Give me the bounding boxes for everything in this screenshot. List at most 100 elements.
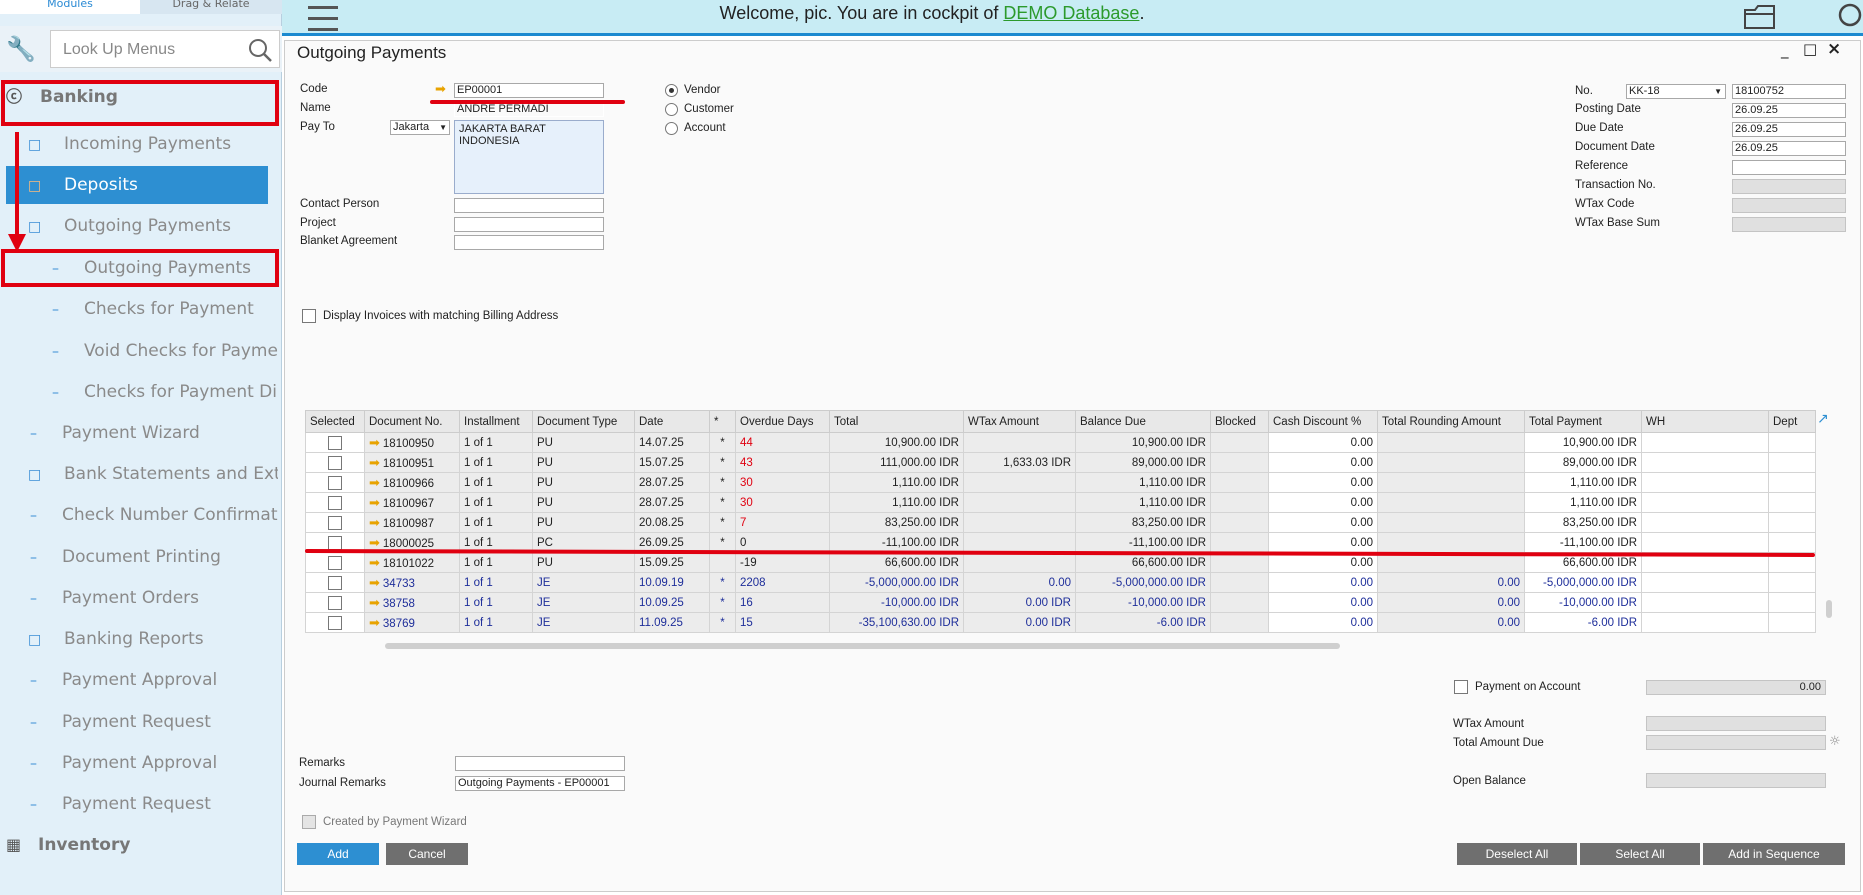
table-row[interactable]: ➡ 18100966 1 of 1 PU 28.07.25 * 30 1,110.00 IDR… <box>305 472 1816 493</box>
wh-cell[interactable] <box>1641 532 1769 553</box>
display-invoices-checkbox[interactable] <box>302 309 316 323</box>
table-row[interactable]: ➡ 18100987 1 of 1 PU 20.08.25 * 7 83,250.00 IDR… <box>305 512 1816 533</box>
dept-cell[interactable] <box>1768 572 1816 593</box>
nav-outgoing-payments-folder[interactable]: □ Outgoing Payments <box>28 207 278 245</box>
dept-cell[interactable] <box>1768 472 1816 493</box>
column-header[interactable]: Selected <box>305 410 365 433</box>
table-row[interactable]: ➡ 18100951 1 of 1 PU 15.07.25 * 43 111,000.00 I… <box>305 452 1816 473</box>
row-select-cell[interactable] <box>305 452 365 473</box>
name-field[interactable]: ANDRE PERMADI <box>454 102 604 117</box>
maximize-icon[interactable]: □ <box>1803 40 1817 58</box>
wh-cell[interactable] <box>1641 492 1769 513</box>
column-header[interactable]: Cash Discount % <box>1268 410 1378 433</box>
total-payment-cell[interactable]: 89,000.00 IDR <box>1524 452 1642 473</box>
document-date-field[interactable]: 26.09.25 <box>1732 141 1846 156</box>
dept-cell[interactable] <box>1768 452 1816 473</box>
document-number-cell[interactable]: ➡ 18101022 <box>364 552 460 573</box>
column-header[interactable]: Balance Due <box>1075 410 1211 433</box>
expand-table-icon[interactable]: ↗ <box>1817 411 1829 427</box>
nav-bank-statements[interactable]: □ Bank Statements and Ext <box>28 455 278 493</box>
row-checkbox[interactable] <box>328 495 342 510</box>
total-payment-cell[interactable]: 83,250.00 IDR <box>1524 512 1642 533</box>
nav-document-printing[interactable]: – Document Printing <box>30 538 278 576</box>
link-arrow-icon[interactable]: ➡ <box>369 495 380 511</box>
row-checkbox[interactable] <box>328 455 342 470</box>
total-payment-cell[interactable]: 10,900.00 IDR <box>1524 432 1642 453</box>
nav-inventory[interactable]: ▦ Inventory <box>6 826 278 864</box>
row-select-cell[interactable] <box>305 592 365 613</box>
total-payment-cell[interactable]: -5,000,000.00 IDR <box>1524 572 1642 593</box>
cash-discount-cell[interactable]: 0.00 <box>1268 452 1378 473</box>
tab-drag-relate[interactable]: Drag & Relate <box>142 0 280 14</box>
total-payment-cell[interactable]: -10,000.00 IDR <box>1524 592 1642 613</box>
link-arrow-icon[interactable]: ➡ <box>369 575 380 591</box>
row-checkbox[interactable] <box>328 435 342 450</box>
column-header[interactable]: Total Payment <box>1524 410 1642 433</box>
nav-checks-for-payment[interactable]: – Checks for Payment <box>52 290 278 328</box>
row-select-cell[interactable] <box>305 612 365 633</box>
add-in-sequence-button[interactable]: Add in Sequence <box>1703 843 1845 865</box>
search-icon[interactable] <box>247 37 273 63</box>
contact-person-field[interactable] <box>454 198 604 213</box>
dept-cell[interactable] <box>1768 432 1816 453</box>
vendor-radio[interactable] <box>665 84 678 97</box>
nav-payment-approval-2[interactable]: – Payment Approval <box>30 744 278 782</box>
cash-discount-cell[interactable]: 0.00 <box>1268 472 1378 493</box>
document-number-cell[interactable]: ➡ 38769 <box>364 612 460 633</box>
account-radio[interactable] <box>665 122 678 135</box>
row-checkbox[interactable] <box>328 515 342 530</box>
link-arrow-icon[interactable]: ➡ <box>369 435 380 451</box>
total-payment-cell[interactable]: 1,110.00 IDR <box>1524 492 1642 513</box>
document-number-cell[interactable]: ➡ 34733 <box>364 572 460 593</box>
total-payment-cell[interactable]: 1,110.00 IDR <box>1524 472 1642 493</box>
dept-cell[interactable] <box>1768 512 1816 533</box>
series-select[interactable]: KK-18 ▼ <box>1626 84 1726 99</box>
link-arrow-icon[interactable]: ➡ <box>435 82 446 97</box>
link-arrow-icon[interactable]: ➡ <box>369 475 380 491</box>
nav-deposits[interactable]: □ Deposits <box>6 166 268 204</box>
row-select-cell[interactable] <box>305 472 365 493</box>
customer-radio[interactable] <box>665 103 678 116</box>
link-arrow-icon[interactable]: ➡ <box>369 555 380 571</box>
column-header[interactable]: Total Rounding Amount <box>1377 410 1525 433</box>
document-number-cell[interactable]: ➡ 18100987 <box>364 512 460 533</box>
cancel-button[interactable]: Cancel <box>386 843 468 865</box>
total-payment-cell[interactable]: -6.00 IDR <box>1524 612 1642 633</box>
wh-cell[interactable] <box>1641 512 1769 533</box>
document-number-cell[interactable]: ➡ 18100951 <box>364 452 460 473</box>
column-header[interactable]: Date <box>634 410 710 433</box>
document-number-cell[interactable]: ➡ 18100967 <box>364 492 460 513</box>
dept-cell[interactable] <box>1768 612 1816 633</box>
wh-cell[interactable] <box>1641 472 1769 493</box>
code-field[interactable]: EP00001 <box>454 83 604 98</box>
wrench-icon[interactable]: 🔧 <box>6 34 36 64</box>
table-row[interactable]: ➡ 18100967 1 of 1 PU 28.07.25 * 30 1,110.00 IDR… <box>305 492 1816 513</box>
total-payment-cell[interactable]: -11,100.00 IDR <box>1524 532 1642 553</box>
tab-modules[interactable]: Modules <box>0 0 140 14</box>
column-header[interactable]: * <box>709 410 736 433</box>
cash-discount-cell[interactable]: 0.00 <box>1268 612 1378 633</box>
column-header[interactable]: Total <box>829 410 964 433</box>
pay-to-select[interactable]: Jakarta ▼ <box>390 120 450 135</box>
row-select-cell[interactable] <box>305 512 365 533</box>
row-select-cell[interactable] <box>305 492 365 513</box>
table-row[interactable]: ➡ 38769 1 of 1 JE 11.09.25 * 15 -35,100,630.00 … <box>305 612 1816 633</box>
horizontal-scrollbar[interactable] <box>385 643 1340 649</box>
cash-discount-cell[interactable]: 0.00 <box>1268 512 1378 533</box>
payment-on-account-checkbox[interactable] <box>1454 680 1468 694</box>
wh-cell[interactable] <box>1641 452 1769 473</box>
add-button[interactable]: Add <box>297 843 379 865</box>
column-header[interactable]: Overdue Days <box>735 410 830 433</box>
nav-banking-reports[interactable]: □ Banking Reports <box>28 620 278 658</box>
row-checkbox[interactable] <box>328 575 342 590</box>
currency-icon[interactable]: ☼ <box>1829 734 1841 749</box>
select-all-button[interactable]: Select All <box>1580 843 1700 865</box>
table-row[interactable]: ➡ 18100950 1 of 1 PU 14.07.25 * 44 10,900.00 ID… <box>305 432 1816 453</box>
pay-to-address[interactable]: JAKARTA BARAT INDONESIA <box>454 120 604 194</box>
dept-cell[interactable] <box>1768 592 1816 613</box>
cash-discount-cell[interactable]: 0.00 <box>1268 492 1378 513</box>
lookup-menus-box[interactable]: Look Up Menus <box>50 30 280 68</box>
column-header[interactable]: Blocked <box>1210 410 1269 433</box>
row-select-cell[interactable] <box>305 432 365 453</box>
posting-date-field[interactable]: 26.09.25 <box>1732 103 1846 118</box>
